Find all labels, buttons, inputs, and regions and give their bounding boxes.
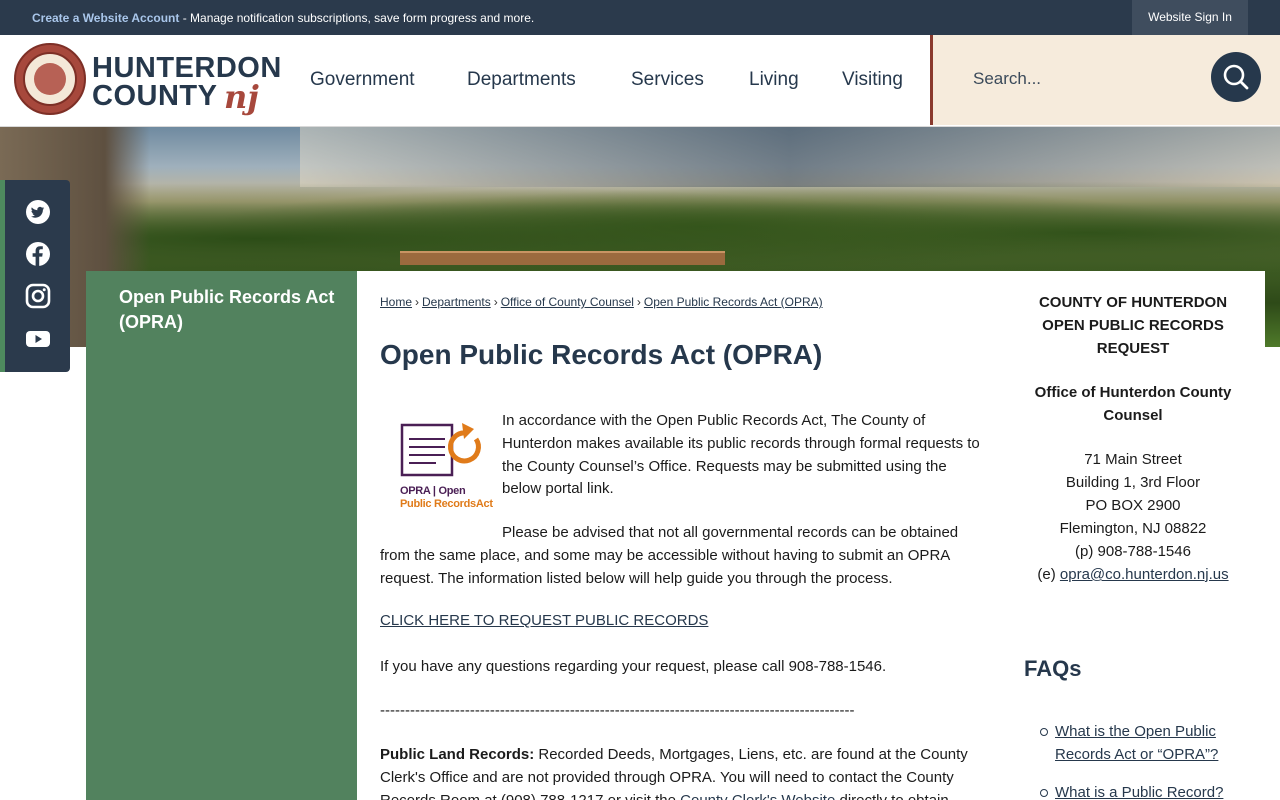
youtube-icon[interactable] — [25, 326, 51, 352]
contact-email-link[interactable]: opra@co.hunterdon.nj.us — [1060, 566, 1229, 583]
address-line-2: Building 1, 3rd Floor — [1065, 474, 1201, 491]
bridge — [400, 251, 725, 265]
breadcrumb-separator: › — [493, 295, 498, 309]
breadcrumb-county-counsel[interactable]: Office of County Counsel — [501, 295, 634, 309]
request-records-link[interactable]: CLICK HERE TO REQUEST PUBLIC RECORDS — [380, 612, 708, 629]
section-sidebar: Open Public Records Act (OPRA) — [86, 271, 357, 800]
office-name: Office of Hunterdon County Counsel — [1034, 384, 1232, 424]
logo-nj: nj — [224, 78, 259, 116]
opra-logo-text-1: OPRA | Open — [400, 485, 466, 497]
breadcrumb-current[interactable]: Open Public Records Act (OPRA) — [644, 295, 823, 309]
advisory-paragraph: Please be advised that not all governmen… — [380, 522, 980, 590]
twitter-icon[interactable] — [25, 199, 51, 225]
opra-logo-text-2: Public RecordsAct — [400, 498, 493, 510]
land-records-label: Public Land Records: — [380, 746, 535, 763]
questions-text: If you have any questions regarding your… — [380, 658, 887, 675]
top-bar: Create a Website Account - Manage notifi… — [0, 0, 1280, 35]
account-notice: Create a Website Account - Manage notifi… — [32, 11, 534, 25]
land-records-paragraph: Public Land Records: Recorded Deeds, Mor… — [380, 744, 980, 800]
faq-item[interactable]: What is the Open Public Records Act or “… — [1040, 720, 1240, 766]
create-account-link[interactable]: Create a Website Account — [32, 11, 179, 25]
sidebar-title-link[interactable]: Open Public Records Act (OPRA) — [119, 285, 339, 335]
instagram-icon[interactable] — [25, 283, 51, 309]
county-clerk-link[interactable]: County Clerk's Website — [680, 792, 835, 800]
faq-link-public-record[interactable]: What is a Public Record? — [1055, 784, 1223, 800]
county-logo[interactable]: HUNTERDON COUNTY nj — [14, 43, 281, 117]
social-media-bar — [0, 180, 70, 372]
email-prefix: (e) — [1037, 566, 1060, 583]
divider-line: ----------------------------------------… — [380, 702, 855, 719]
advisory-first-line: Please be advised that not all governmen… — [502, 524, 959, 541]
advisory-rest: from the same place, and some may be acc… — [380, 546, 950, 587]
search-area — [930, 35, 1280, 125]
address-line-1: 71 Main Street — [1084, 451, 1182, 468]
breadcrumb-separator: › — [636, 295, 641, 309]
faq-link-opra[interactable]: What is the Open Public Records Act or “… — [1055, 723, 1218, 763]
nav-living[interactable]: Living — [749, 35, 799, 127]
county-seal-icon — [14, 43, 86, 115]
nav-departments[interactable]: Departments — [467, 35, 576, 127]
search-button[interactable] — [1211, 52, 1261, 102]
contact-info: COUNTY OF HUNTERDON OPEN PUBLIC RECORDS … — [1020, 291, 1246, 586]
account-notice-text: - Manage notification subscriptions, sav… — [179, 11, 535, 25]
address-line-3: PO BOX 2900 — [1085, 497, 1181, 514]
contact-heading: COUNTY OF HUNTERDON OPEN PUBLIC RECORDS … — [1038, 294, 1228, 357]
faqs-heading: FAQs — [1024, 656, 1082, 681]
website-sign-in-button[interactable]: Website Sign In — [1132, 0, 1248, 35]
opra-document-icon — [400, 423, 481, 477]
opra-logo-image: OPRA | Open Public RecordsAct — [396, 413, 500, 513]
nav-government[interactable]: Government — [310, 35, 415, 127]
faq-item[interactable]: What is a Public Record? — [1040, 781, 1240, 800]
contact-phone: (p) 908-788-1546 — [1075, 543, 1191, 560]
logo-line-2: COUNTY — [92, 80, 218, 112]
site-header: HUNTERDON COUNTY nj Government Departmen… — [0, 35, 1280, 127]
facebook-icon[interactable] — [25, 241, 51, 267]
breadcrumb-departments[interactable]: Departments — [422, 295, 491, 309]
breadcrumb: Home › Departments › Office of County Counse… — [380, 295, 823, 309]
address-line-4: Flemington, NJ 08822 — [1059, 520, 1207, 537]
nav-visiting[interactable]: Visiting — [842, 35, 903, 127]
search-icon — [1223, 64, 1249, 90]
breadcrumb-home[interactable]: Home — [380, 295, 412, 309]
faq-list: What is the Open Public Records Act or “… — [1040, 720, 1240, 800]
nav-services[interactable]: Services — [631, 35, 704, 127]
breadcrumb-separator: › — [415, 295, 420, 309]
page-title: Open Public Records Act (OPRA) — [380, 339, 823, 370]
search-input[interactable] — [973, 61, 1203, 97]
intro-paragraph: In accordance with the Open Public Recor… — [502, 412, 980, 498]
contact-email-row: (e) opra@co.hunterdon.nj.us — [1020, 563, 1246, 586]
land-records-tail: directly to obtain — [835, 792, 948, 800]
